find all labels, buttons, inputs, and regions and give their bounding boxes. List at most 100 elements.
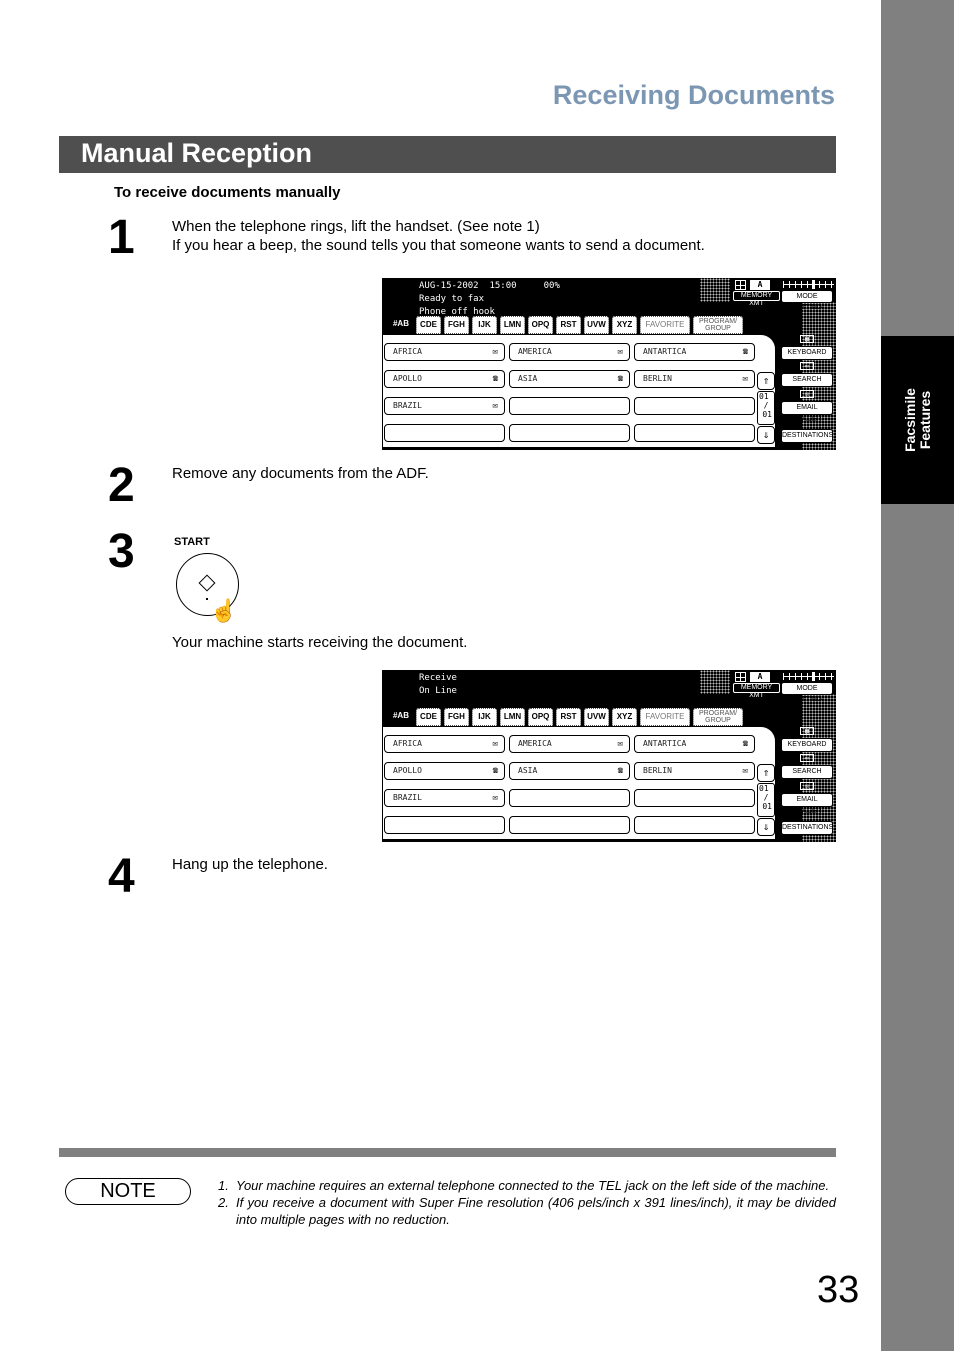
address-tab[interactable]: FGH — [444, 708, 469, 726]
page-total: 01 — [762, 410, 772, 419]
destination-slot[interactable]: BERLIN ✉ — [634, 762, 755, 780]
destination-slot[interactable]: ASIA ☎ — [509, 762, 630, 780]
side-button-icon: ▦ — [800, 727, 814, 735]
destination-slot[interactable]: BRAZIL ✉ — [384, 789, 505, 807]
slider-thumb[interactable] — [812, 672, 815, 681]
destination-name: ASIA — [518, 766, 538, 775]
mode-letter: A — [750, 672, 770, 682]
address-tab[interactable]: LMN — [500, 708, 525, 726]
address-tab[interactable]: OPQ — [528, 708, 553, 726]
address-tab[interactable]: IJK — [472, 316, 497, 334]
address-tab[interactable]: #AB — [389, 708, 413, 728]
memory-xmt-button[interactable]: MEMORY XMT — [733, 683, 780, 699]
email-header-button[interactable]: EMAIL HEADER — [781, 793, 833, 815]
scroll-down-button[interactable]: ⇓ — [757, 426, 775, 444]
note-item: 2. If you receive a document with Super F… — [218, 1194, 836, 1228]
slider-tick — [825, 281, 826, 288]
address-tab[interactable]: FAVORITE — [640, 316, 690, 334]
destination-slot[interactable]: ANTARTICA ☎ — [634, 343, 755, 361]
side-strip — [881, 0, 954, 1351]
slider-tick — [795, 281, 796, 288]
address-tab[interactable]: FGH — [444, 316, 469, 334]
search-button[interactable]: SEARCH — [781, 373, 833, 387]
note-number: 1. — [218, 1178, 229, 1193]
address-tab[interactable]: PROGRAM/ GROUP — [693, 708, 743, 726]
destination-slot[interactable]: ASIA ☎ — [509, 370, 630, 388]
destination-slot[interactable]: AFRICA ✉ — [384, 343, 505, 361]
step-number: 2 — [108, 459, 135, 512]
status-line: On Line — [419, 686, 457, 696]
address-tab[interactable]: IJK — [472, 708, 497, 726]
destination-slot[interactable] — [634, 816, 755, 834]
slider-tick — [783, 673, 784, 680]
destinations-button[interactable]: DESTINATIONS — [781, 429, 833, 443]
destination-slot[interactable]: AMERICA ✉ — [509, 343, 630, 361]
status-display: Receive On Line — [419, 672, 457, 698]
search-button[interactable]: SEARCH — [781, 765, 833, 779]
destination-slot[interactable]: AFRICA ✉ — [384, 735, 505, 753]
slider-tick — [801, 673, 802, 680]
email-icon: ✉ — [742, 374, 748, 384]
destination-slot[interactable] — [509, 789, 630, 807]
destination-name: ASIA — [518, 374, 538, 383]
address-tab[interactable]: XYZ — [612, 316, 637, 334]
destination-slot[interactable] — [384, 816, 505, 834]
contrast-slider[interactable] — [783, 672, 834, 681]
destination-name: BRAZIL — [393, 401, 422, 410]
side-button-icon: ▭ — [800, 754, 814, 762]
address-tab[interactable]: UVW — [584, 316, 609, 334]
memory-xmt-button[interactable]: MEMORY XMT — [733, 291, 780, 307]
step-number: 4 — [108, 850, 135, 903]
email-header-button[interactable]: EMAIL HEADER — [781, 401, 833, 423]
destination-slot[interactable]: ANTARTICA ☎ — [634, 735, 755, 753]
dither-pattern — [700, 278, 730, 302]
destination-slot[interactable]: BRAZIL ✉ — [384, 397, 505, 415]
destination-slot[interactable]: BERLIN ✉ — [634, 370, 755, 388]
destination-slot[interactable] — [384, 424, 505, 442]
keyboard-button[interactable]: KEYBOARD — [781, 346, 833, 360]
address-tab[interactable]: CDE — [416, 316, 441, 334]
destination-slot[interactable]: AMERICA ✉ — [509, 735, 630, 753]
destination-slot[interactable] — [509, 397, 630, 415]
mode-setting-button[interactable]: MODE SETTING — [781, 290, 833, 311]
section-header: Manual Reception — [59, 136, 836, 173]
destination-slot[interactable]: APOLLO ☎ — [384, 762, 505, 780]
destination-name: ANTARTICA — [643, 347, 687, 356]
keyboard-button[interactable]: KEYBOARD — [781, 738, 833, 752]
address-tab[interactable]: RST — [556, 708, 581, 726]
destinations-button[interactable]: DESTINATIONS — [781, 821, 833, 835]
address-tab[interactable]: XYZ — [612, 708, 637, 726]
address-tab[interactable]: PROGRAM/ GROUP — [693, 316, 743, 334]
address-tab[interactable]: LMN — [500, 316, 525, 334]
address-tab[interactable]: #AB — [389, 316, 413, 336]
step-1-text: When the telephone rings, lift the hands… — [172, 217, 725, 255]
email-icon: ✉ — [492, 739, 498, 749]
fax-icon: ☎ — [742, 739, 748, 749]
destination-slot[interactable] — [509, 424, 630, 442]
scroll-down-button[interactable]: ⇓ — [757, 818, 775, 836]
address-tab[interactable]: UVW — [584, 708, 609, 726]
email-icon: ✉ — [492, 793, 498, 803]
scroll-up-button[interactable]: ⇑ — [757, 764, 775, 782]
destination-slot[interactable] — [634, 397, 755, 415]
address-tab[interactable]: FAVORITE — [640, 708, 690, 726]
step-text-line: If you hear a beep, the sound tells you … — [172, 237, 705, 254]
destination-slot[interactable] — [634, 424, 755, 442]
destination-name: BERLIN — [643, 766, 672, 775]
note-badge: NOTE — [65, 1178, 191, 1205]
grid-icon — [735, 280, 746, 290]
address-tabs: #AB CDE FGH IJK LMN OPQ RST UVW XYZ FAVORITE PROGR… — [389, 708, 743, 728]
email-icon: ✉ — [617, 347, 623, 357]
step-2-text: Remove any documents from the ADF. — [172, 465, 429, 482]
scroll-up-button[interactable]: ⇑ — [757, 372, 775, 390]
mode-setting-button[interactable]: MODE SETTING — [781, 682, 833, 703]
address-tab[interactable]: RST — [556, 316, 581, 334]
address-tab[interactable]: CDE — [416, 708, 441, 726]
destination-slot[interactable] — [634, 789, 755, 807]
slider-thumb[interactable] — [812, 280, 815, 289]
destination-slot[interactable]: APOLLO ☎ — [384, 370, 505, 388]
fax-display-panel: Receive On Line A MEMORY XMT MODE SETTING #AB… — [382, 670, 836, 842]
address-tab[interactable]: OPQ — [528, 316, 553, 334]
destination-slot[interactable] — [509, 816, 630, 834]
contrast-slider[interactable] — [783, 280, 834, 289]
